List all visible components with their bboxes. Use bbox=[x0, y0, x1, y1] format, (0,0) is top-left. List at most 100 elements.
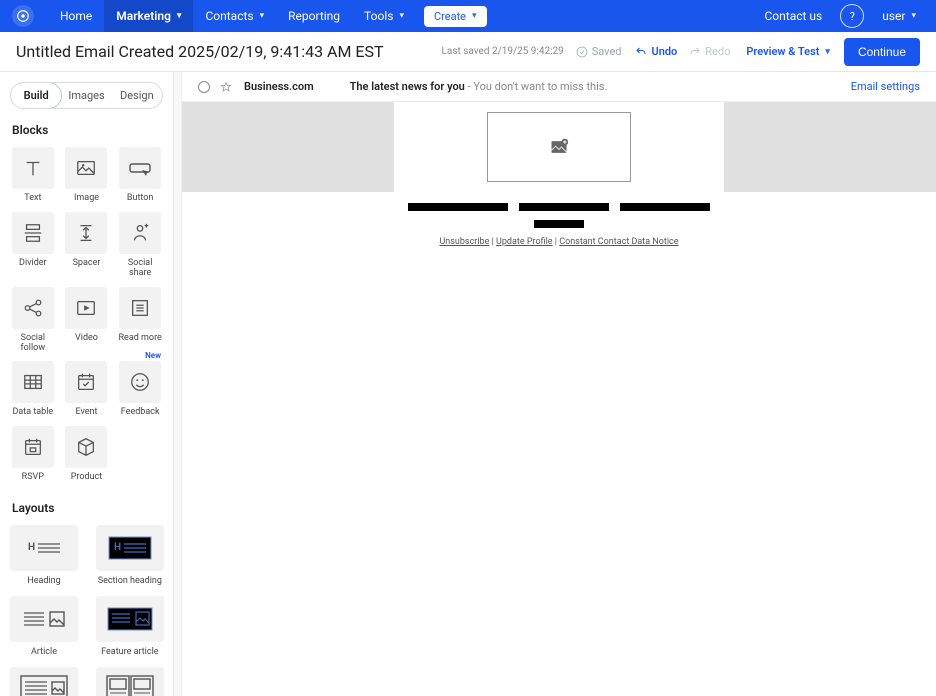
nav-user-menu[interactable]: user▾ bbox=[874, 0, 924, 32]
footer-redacted-bar bbox=[620, 203, 710, 211]
preview-subject[interactable]: The latest news for you bbox=[350, 80, 465, 93]
footer-redacted-bar bbox=[534, 220, 584, 228]
layout-split-border-icon bbox=[104, 673, 156, 696]
nav-contacts[interactable]: Contacts▾ bbox=[193, 0, 276, 32]
block-button[interactable]: Button bbox=[117, 147, 163, 204]
divider-icon bbox=[22, 222, 44, 244]
layout-section-heading-icon: H bbox=[105, 533, 155, 563]
select-circle-icon[interactable] bbox=[198, 81, 210, 93]
tab-design[interactable]: Design bbox=[112, 83, 162, 108]
block-rsvp[interactable]: RSVP bbox=[10, 426, 56, 483]
tab-images[interactable]: Images bbox=[61, 83, 111, 108]
redo-button: Redo bbox=[689, 45, 730, 58]
email-canvas: Business.com The latest news for you - Y… bbox=[182, 72, 936, 696]
text-icon bbox=[22, 157, 44, 179]
sidebar: Build Images Design Blocks Text Image Bu… bbox=[0, 72, 174, 696]
nav-home[interactable]: Home bbox=[48, 0, 104, 32]
preview-text[interactable]: - You don't want to miss this. bbox=[465, 80, 608, 93]
block-spacer[interactable]: Spacer bbox=[64, 212, 110, 279]
last-saved-text: Last saved 2/19/25 9:42:29 bbox=[442, 46, 564, 57]
layout-section-heading[interactable]: H Section heading bbox=[88, 525, 172, 586]
footer-links: Unsubscribe | Update Profile | Constant … bbox=[182, 237, 936, 247]
block-feedback[interactable]: New Feedback bbox=[117, 361, 163, 418]
new-badge: New bbox=[145, 351, 161, 360]
feedback-icon bbox=[129, 371, 151, 393]
email-footer[interactable]: Unsubscribe | Update Profile | Constant … bbox=[182, 192, 936, 263]
block-event[interactable]: Event bbox=[64, 361, 110, 418]
block-text[interactable]: Text bbox=[10, 147, 56, 204]
layouts-grid: H Heading H Section heading Article Feat… bbox=[10, 525, 163, 696]
update-profile-link[interactable]: Update Profile bbox=[496, 237, 553, 247]
footer-redacted-bar bbox=[408, 203, 508, 211]
sidebar-tabs: Build Images Design bbox=[10, 82, 163, 109]
chevron-down-icon: ▾ bbox=[472, 11, 477, 21]
brand-logo[interactable] bbox=[12, 5, 34, 27]
question-icon: ? bbox=[850, 10, 855, 23]
footer-redacted-bar bbox=[519, 203, 609, 211]
social-follow-icon bbox=[22, 297, 44, 319]
block-social-follow[interactable]: Social follow bbox=[10, 287, 56, 354]
logo-icon bbox=[16, 9, 30, 23]
layout-feature-article[interactable]: Feature article bbox=[88, 596, 172, 657]
top-nav: Home Marketing▾ Contacts▾ Reporting Tool… bbox=[0, 0, 936, 32]
product-icon bbox=[75, 436, 97, 458]
email-preview-header: Business.com The latest news for you - Y… bbox=[182, 72, 936, 102]
rsvp-icon bbox=[22, 436, 44, 458]
layout-split-article-border[interactable]: Split article w/border bbox=[88, 667, 172, 696]
button-icon bbox=[128, 158, 152, 178]
read-more-icon bbox=[129, 297, 151, 319]
tab-build[interactable]: Build bbox=[10, 82, 62, 109]
layout-heading[interactable]: H Heading bbox=[10, 525, 78, 586]
chevron-down-icon: ▾ bbox=[260, 11, 265, 21]
create-button[interactable]: Create▾ bbox=[424, 6, 487, 27]
nav-tools[interactable]: Tools▾ bbox=[352, 0, 416, 32]
image-placeholder[interactable] bbox=[487, 112, 631, 182]
redo-icon bbox=[689, 46, 701, 58]
preview-sender[interactable]: Business.com bbox=[244, 80, 314, 93]
document-title[interactable]: Untitled Email Created 2025/02/19, 9:41:… bbox=[16, 42, 384, 61]
unsubscribe-link[interactable]: Unsubscribe bbox=[439, 237, 489, 247]
help-button[interactable]: ? bbox=[840, 4, 864, 28]
chevron-down-icon: ▾ bbox=[911, 11, 916, 21]
block-product[interactable]: Product bbox=[64, 426, 110, 483]
chevron-down-icon: ▾ bbox=[825, 47, 830, 57]
nav-reporting[interactable]: Reporting bbox=[276, 0, 352, 32]
nav-marketing[interactable]: Marketing▾ bbox=[104, 0, 193, 32]
block-image[interactable]: Image bbox=[64, 147, 110, 204]
layout-article-border[interactable]: Article w/border bbox=[10, 667, 78, 696]
layout-heading-icon: H bbox=[22, 535, 66, 561]
layout-article[interactable]: Article bbox=[10, 596, 78, 657]
block-read-more[interactable]: Read more bbox=[117, 287, 163, 354]
check-circle-icon bbox=[576, 46, 588, 58]
svg-text:H: H bbox=[28, 542, 35, 553]
chevron-down-icon: ▾ bbox=[399, 11, 404, 21]
nav-contact-us[interactable]: Contact us bbox=[756, 0, 830, 32]
block-divider[interactable]: Divider bbox=[10, 212, 56, 279]
undo-button[interactable]: Undo bbox=[635, 45, 677, 58]
block-data-table[interactable]: Data table bbox=[10, 361, 56, 418]
star-icon[interactable] bbox=[220, 81, 232, 93]
data-notice-link[interactable]: Constant Contact Data Notice bbox=[559, 237, 678, 247]
event-icon bbox=[75, 371, 97, 393]
sidebar-resize-handle[interactable] bbox=[174, 72, 182, 696]
blocks-heading: Blocks bbox=[12, 123, 163, 137]
image-add-icon bbox=[549, 137, 569, 157]
undo-icon bbox=[635, 46, 647, 58]
continue-button[interactable]: Continue bbox=[844, 38, 920, 66]
social-share-icon bbox=[129, 222, 151, 244]
svg-text:H: H bbox=[114, 542, 121, 553]
image-icon bbox=[75, 157, 97, 179]
canvas-image-row[interactable] bbox=[182, 102, 936, 192]
data-table-icon bbox=[22, 371, 44, 393]
layout-article-icon bbox=[20, 605, 68, 633]
email-settings-link[interactable]: Email settings bbox=[851, 80, 920, 93]
block-social-share[interactable]: Social share bbox=[117, 212, 163, 279]
layouts-heading: Layouts bbox=[12, 501, 163, 515]
preview-test-button[interactable]: Preview & Test▾ bbox=[746, 45, 830, 58]
video-icon bbox=[75, 297, 97, 319]
blocks-grid: Text Image Button Divider Spacer Social … bbox=[10, 147, 163, 483]
layout-feature-article-icon bbox=[104, 604, 156, 634]
block-video[interactable]: Video bbox=[64, 287, 110, 354]
layout-article-border-icon bbox=[18, 673, 70, 696]
saved-indicator: Saved bbox=[576, 45, 622, 58]
